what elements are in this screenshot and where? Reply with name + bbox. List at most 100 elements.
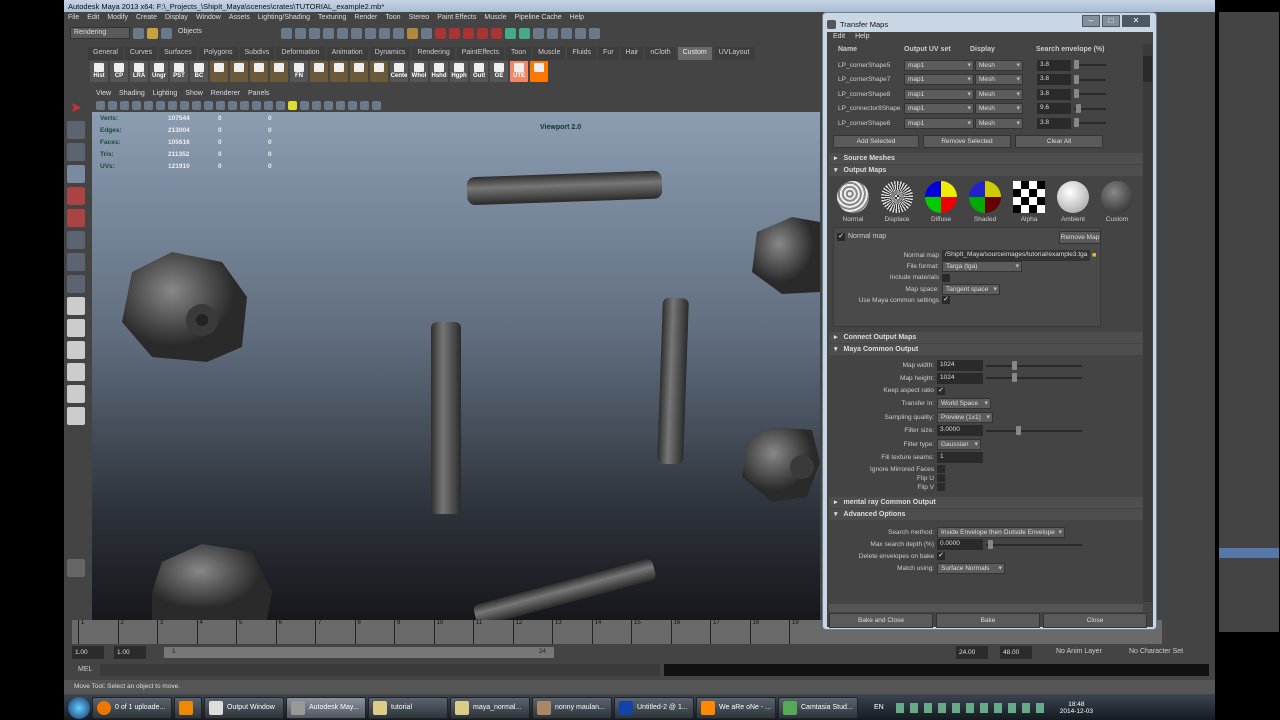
magnet-icon[interactable] <box>435 27 446 39</box>
clear-all-button[interactable]: Clear All <box>1015 134 1103 148</box>
section-maya-common-output[interactable]: ▾ Maya Common Output <box>829 343 1143 355</box>
map-width-slider[interactable] <box>986 360 1082 370</box>
search-envelope-slider[interactable] <box>1074 74 1106 84</box>
taskbar-item-app[interactable] <box>174 696 202 719</box>
add-selected-button[interactable]: Add Selected <box>833 134 919 148</box>
open-scene-icon[interactable] <box>147 27 158 39</box>
section-output-maps[interactable]: ▾ Output Maps <box>829 164 1143 176</box>
render-icon[interactable] <box>505 27 516 39</box>
maximize-button[interactable]: □ <box>1102 15 1120 27</box>
layout-four-icon[interactable] <box>67 319 85 337</box>
panel-menu-view[interactable]: View <box>96 90 111 98</box>
shelf-tab-toon[interactable]: Toon <box>505 47 532 60</box>
sampling-quality-select[interactable]: Preview (1x1) <box>937 411 993 423</box>
fill-seams-input[interactable]: 1 <box>937 452 983 464</box>
panel-tool-icon[interactable] <box>108 101 117 110</box>
menu-modify[interactable]: Modify <box>107 14 128 22</box>
map-space-select[interactable]: Tangent space <box>942 283 1000 295</box>
language-indicator[interactable]: EN <box>874 704 884 711</box>
playback-end-field[interactable]: 24.00 <box>956 646 988 659</box>
select-tool-icon[interactable]: ➤ <box>67 99 85 117</box>
search-envelope-slider[interactable] <box>1074 89 1106 99</box>
display-select[interactable]: Mesh <box>975 88 1023 100</box>
help-icon[interactable] <box>393 27 404 39</box>
panel-tool-icon[interactable] <box>372 101 381 110</box>
shelf-button-ungr[interactable]: Ungr <box>150 61 168 82</box>
include-materials-checkbox[interactable] <box>942 273 950 282</box>
magnet-icon[interactable] <box>477 27 488 39</box>
shelf-tab-animation[interactable]: Animation <box>326 47 368 60</box>
filter-size-slider[interactable] <box>986 425 1082 435</box>
shelf-button-bc[interactable]: BC <box>190 61 208 82</box>
menu-render[interactable]: Render <box>354 14 377 22</box>
layout-outliner-icon[interactable] <box>67 363 85 381</box>
menuset-select[interactable]: Rendering <box>70 27 130 39</box>
map-alpha[interactable]: Alpha <box>1011 180 1047 223</box>
menu-muscle[interactable]: Muscle <box>484 14 506 22</box>
character-set-select[interactable]: No Character Set <box>1129 648 1183 655</box>
close-button[interactable]: Close <box>1043 613 1147 628</box>
snap-point-icon[interactable] <box>351 27 362 39</box>
range-slider[interactable]: 1 24 <box>164 647 554 658</box>
select-component-icon[interactable] <box>309 27 320 39</box>
layout-hypershade-icon[interactable] <box>67 407 85 425</box>
keep-aspect-checkbox[interactable]: ✓ <box>937 386 945 395</box>
shelf-button-hist[interactable]: Hist <box>90 61 108 82</box>
panel-tool-icon[interactable] <box>312 101 321 110</box>
panel-menu-shading[interactable]: Shading <box>119 90 145 98</box>
scale-tool-icon[interactable] <box>67 209 85 227</box>
shelf-button[interactable] <box>270 61 288 82</box>
magnet-icon[interactable] <box>463 27 474 39</box>
max-search-depth-slider[interactable] <box>986 539 1082 549</box>
mel-input[interactable] <box>100 664 660 676</box>
panel-tool-icon[interactable] <box>180 101 189 110</box>
horizontal-scrollbar[interactable] <box>829 604 1143 612</box>
panel-menu-renderer[interactable]: Renderer <box>211 90 240 98</box>
uv-set-select[interactable]: map1 <box>904 88 974 100</box>
menu-assets[interactable]: Assets <box>229 14 250 22</box>
shelf-tab-fluids[interactable]: Fluids <box>567 47 597 60</box>
taskbar-item-firefox[interactable]: 0 of 1 uploade... <box>92 696 172 719</box>
move-tool-icon[interactable] <box>67 165 85 183</box>
shelf-tab-hair[interactable]: Hair <box>620 47 644 60</box>
map-height-input[interactable]: 1024 <box>937 372 983 384</box>
flip-u-checkbox[interactable] <box>937 474 945 482</box>
panel-tool-icon[interactable] <box>132 101 141 110</box>
panel-tool-icon[interactable] <box>216 101 225 110</box>
close-window-button[interactable]: ✕ <box>1122 15 1150 27</box>
end-time-field[interactable]: 48.00 <box>1000 646 1032 659</box>
panel-tool-icon[interactable] <box>144 101 153 110</box>
shelf-button[interactable] <box>230 61 248 82</box>
render-settings-icon[interactable] <box>533 27 544 39</box>
shelf-tab-deformation[interactable]: Deformation <box>276 47 325 60</box>
ipr-icon[interactable] <box>519 27 530 39</box>
clock[interactable]: 18:48 2014-12-03 <box>1060 701 1093 715</box>
panel-tool-icon[interactable] <box>276 101 285 110</box>
magnet-icon[interactable] <box>491 27 502 39</box>
manipulator-icon[interactable] <box>67 231 85 249</box>
map-height-slider[interactable] <box>986 373 1082 383</box>
history-icon[interactable] <box>421 27 432 39</box>
section-source-meshes[interactable]: ▸ Source Meshes <box>829 152 1143 164</box>
select-hierarchy-icon[interactable] <box>281 27 292 39</box>
delete-envelopes-checkbox[interactable]: ✓ <box>937 552 945 560</box>
taskbar-item-maya-normal[interactable]: maya_normal... <box>450 696 530 719</box>
dialog-menu-edit[interactable]: Edit <box>833 33 845 42</box>
remove-map-button[interactable]: Remove Map <box>1059 230 1101 244</box>
taskbar-item-camtasia[interactable]: Camtasia Stud... <box>778 696 858 719</box>
map-width-input[interactable]: 1024 <box>937 360 983 372</box>
hypershade-icon[interactable] <box>547 27 558 39</box>
panel-tool-icon[interactable] <box>348 101 357 110</box>
save-scene-icon[interactable] <box>161 27 172 39</box>
shelf-button[interactable] <box>210 61 228 82</box>
transfer-in-select[interactable]: World Space <box>937 398 991 410</box>
map-shaded[interactable]: Shaded <box>967 180 1003 223</box>
ignore-mirrored-checkbox[interactable] <box>937 465 945 473</box>
taskbar-item-tutorial[interactable]: tutorial <box>368 696 448 719</box>
shelf-tab-curves[interactable]: Curves <box>124 47 158 60</box>
layout-single-icon[interactable] <box>67 297 85 315</box>
tray-icons[interactable] <box>895 702 1046 713</box>
display-select[interactable]: Mesh <box>975 59 1023 71</box>
menu-window[interactable]: Window <box>196 14 221 22</box>
snap-curve-icon[interactable] <box>337 27 348 39</box>
